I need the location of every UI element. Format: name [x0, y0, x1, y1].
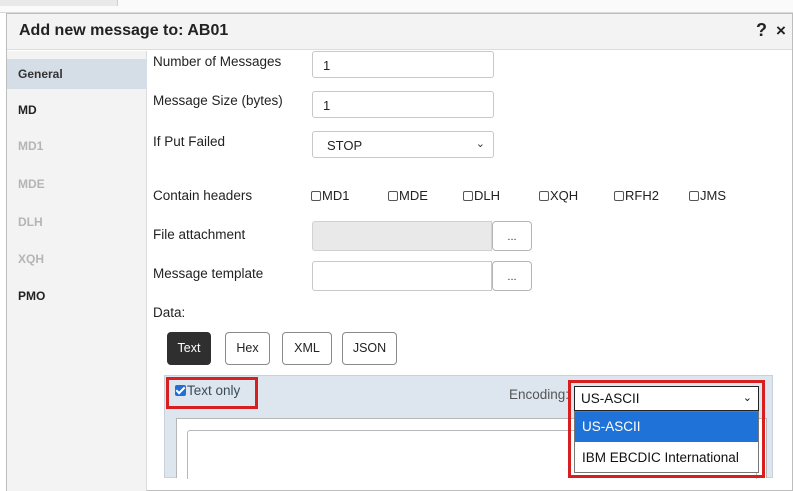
header-checkbox-jms[interactable]: JMS — [689, 188, 726, 203]
num-messages-input[interactable]: 1 — [312, 51, 494, 78]
dialog-title: Add new message to: AB01 — [19, 22, 229, 39]
data-label: Data: — [153, 305, 186, 320]
format-xml-button[interactable]: XML — [282, 332, 332, 365]
file-browse-button[interactable]: ... — [492, 221, 532, 251]
background-tab — [0, 0, 118, 6]
sidebar-item-dlh: DLH — [18, 215, 43, 229]
sidebar-item-md[interactable]: MD — [7, 95, 147, 125]
template-field[interactable] — [312, 261, 492, 291]
checkbox-icon — [311, 191, 321, 201]
header-checkbox-dlh[interactable]: DLH — [463, 188, 500, 203]
encoding-label: Encoding: — [509, 387, 570, 402]
sidebar-item-mde: MDE — [18, 177, 45, 191]
sidebar-item-md1: MD1 — [18, 139, 44, 153]
checkbox-icon — [388, 191, 398, 201]
checkbox-icon — [689, 191, 699, 201]
format-text-button[interactable]: Text — [167, 332, 211, 365]
help-icon[interactable]: ? — [756, 20, 767, 41]
checkbox-icon — [463, 191, 473, 201]
sidebar-item-pmo[interactable]: PMO — [7, 281, 147, 311]
put-failed-value: STOP — [327, 138, 363, 153]
header-checkbox-xqh[interactable]: XQH — [539, 188, 578, 203]
checkbox-checked-icon — [175, 385, 186, 396]
put-failed-select[interactable]: STOP ⌄ — [312, 131, 494, 158]
num-messages-label: Number of Messages — [153, 54, 282, 69]
format-hex-button[interactable]: Hex — [225, 332, 270, 365]
checkbox-icon — [539, 191, 549, 201]
sidebar-item-general[interactable]: General — [7, 59, 147, 89]
header-checkbox-mde[interactable]: MDE — [388, 188, 428, 203]
file-attachment-label: File attachment — [153, 227, 246, 242]
contain-headers-label: Contain headers — [153, 188, 253, 203]
msg-size-label: Message Size (bytes) — [153, 93, 283, 108]
encoding-highlight — [568, 380, 765, 478]
top-strip — [0, 0, 793, 13]
header-checkbox-md1[interactable]: MD1 — [311, 188, 349, 203]
format-json-button[interactable]: JSON — [342, 332, 397, 365]
header-checkbox-rfh2[interactable]: RFH2 — [614, 188, 659, 203]
checkbox-icon — [614, 191, 624, 201]
dialog-header: Add new message to: AB01 ? × — [7, 14, 792, 50]
template-browse-button[interactable]: ... — [492, 261, 532, 291]
file-attachment-field — [312, 221, 492, 251]
template-label: Message template — [153, 266, 264, 281]
sidebar-item-xqh: XQH — [18, 252, 45, 266]
msg-size-input[interactable]: 1 — [312, 91, 494, 118]
close-icon[interactable]: × — [776, 21, 786, 41]
chevron-down-icon: ⌄ — [475, 138, 485, 150]
sidebar: General MD MD1 MDE DLH XQH PMO — [7, 51, 147, 491]
put-failed-label: If Put Failed — [153, 134, 226, 149]
text-only-checkbox[interactable]: Text only — [175, 383, 240, 398]
